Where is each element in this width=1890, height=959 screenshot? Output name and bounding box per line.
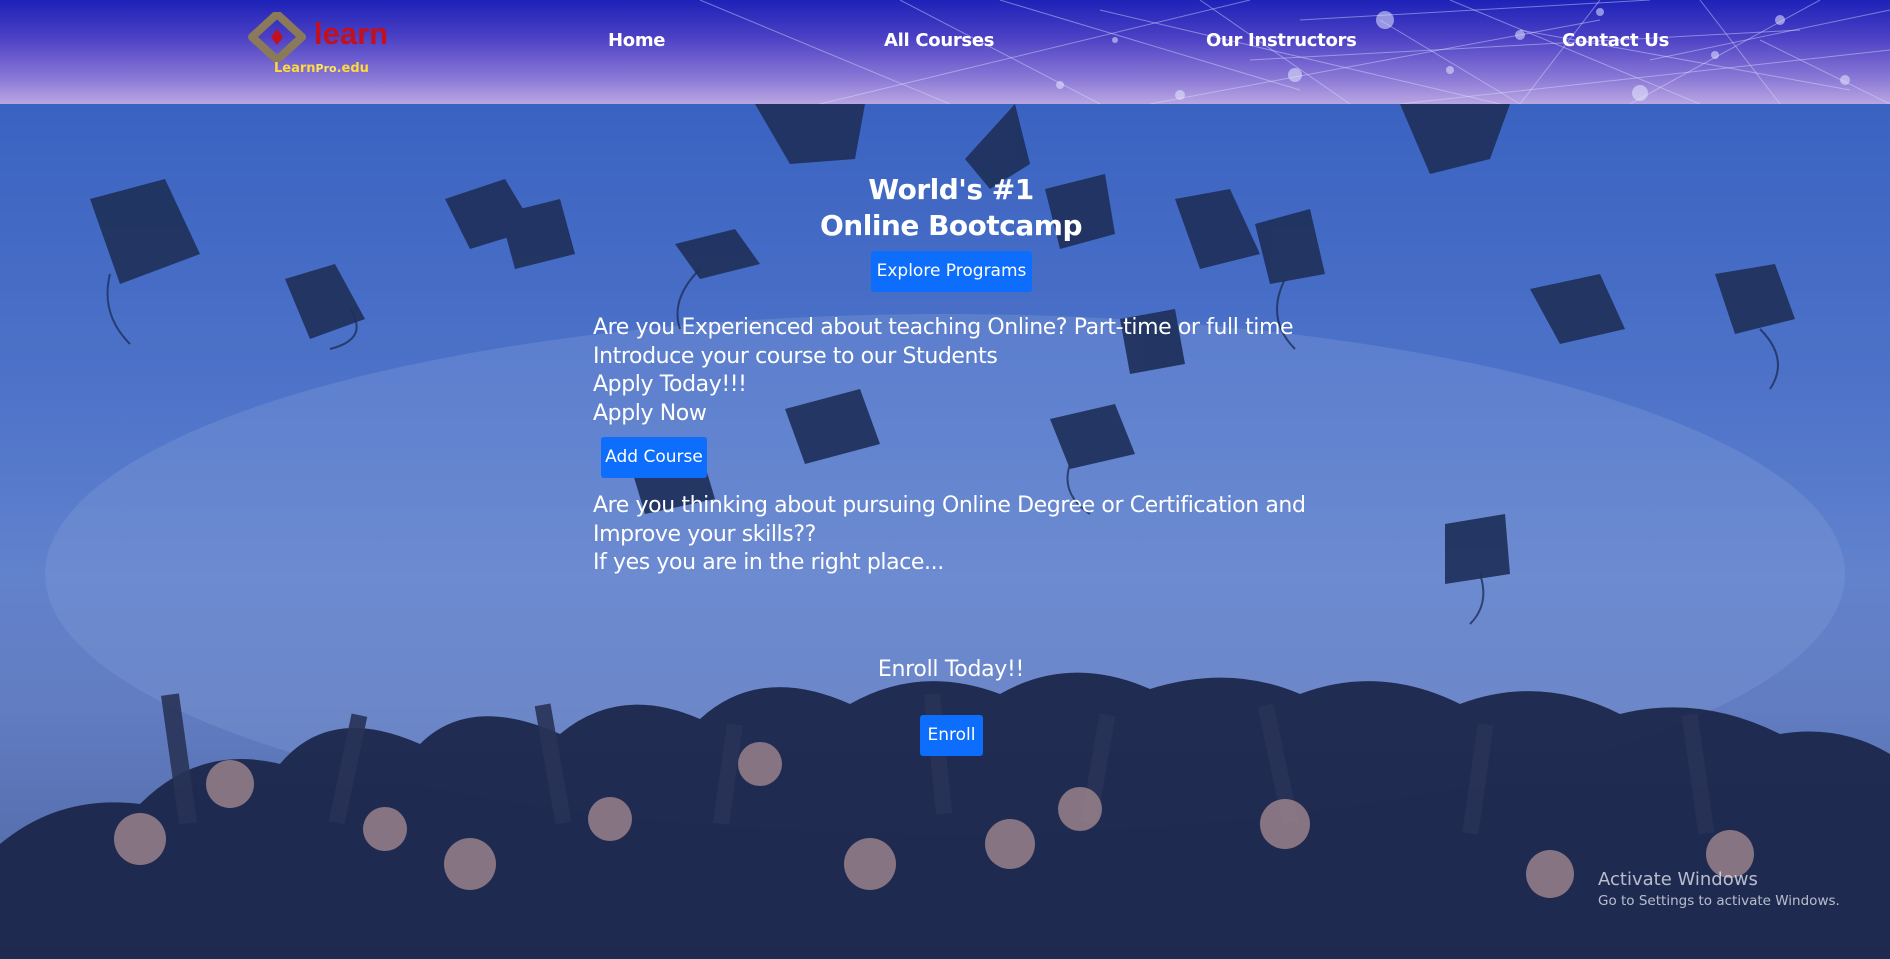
hero-content: World's #1 Online Bootcamp Explore Progr… <box>0 0 1890 959</box>
hero-title: World's #1 Online Bootcamp <box>745 172 1157 244</box>
instructor-callout-line: Introduce your course to our Students <box>593 343 998 369</box>
add-course-button[interactable]: Add Course <box>601 437 707 478</box>
explore-programs-button[interactable]: Explore Programs <box>871 251 1032 292</box>
page: learn LearnPro.edu Home All Courses Our … <box>0 0 1890 959</box>
hero-title-line-1: World's #1 <box>868 173 1034 206</box>
enroll-button[interactable]: Enroll <box>920 715 983 756</box>
watermark-subtitle: Go to Settings to activate Windows. <box>1598 893 1840 909</box>
enroll-heading: Enroll Today!! <box>877 657 1025 682</box>
windows-activation-watermark: Activate Windows Go to Settings to activ… <box>1598 868 1840 910</box>
student-callout-line: Improve your skills?? <box>593 521 816 547</box>
instructor-callout: Are you Experienced about teaching Onlin… <box>593 314 1294 428</box>
student-callout-line: If yes you are in the right place... <box>593 550 944 576</box>
instructor-callout-line: Apply Today!!! <box>593 372 747 398</box>
hero-title-line-2: Online Bootcamp <box>819 209 1083 242</box>
student-callout: Are you thinking about pursuing Online D… <box>593 492 1306 578</box>
instructor-callout-line: Apply Now <box>593 400 707 426</box>
watermark-title: Activate Windows <box>1598 869 1758 890</box>
student-callout-line: Are you thinking about pursuing Online D… <box>593 493 1306 518</box>
instructor-callout-line: Are you Experienced about teaching Onlin… <box>593 315 1294 340</box>
